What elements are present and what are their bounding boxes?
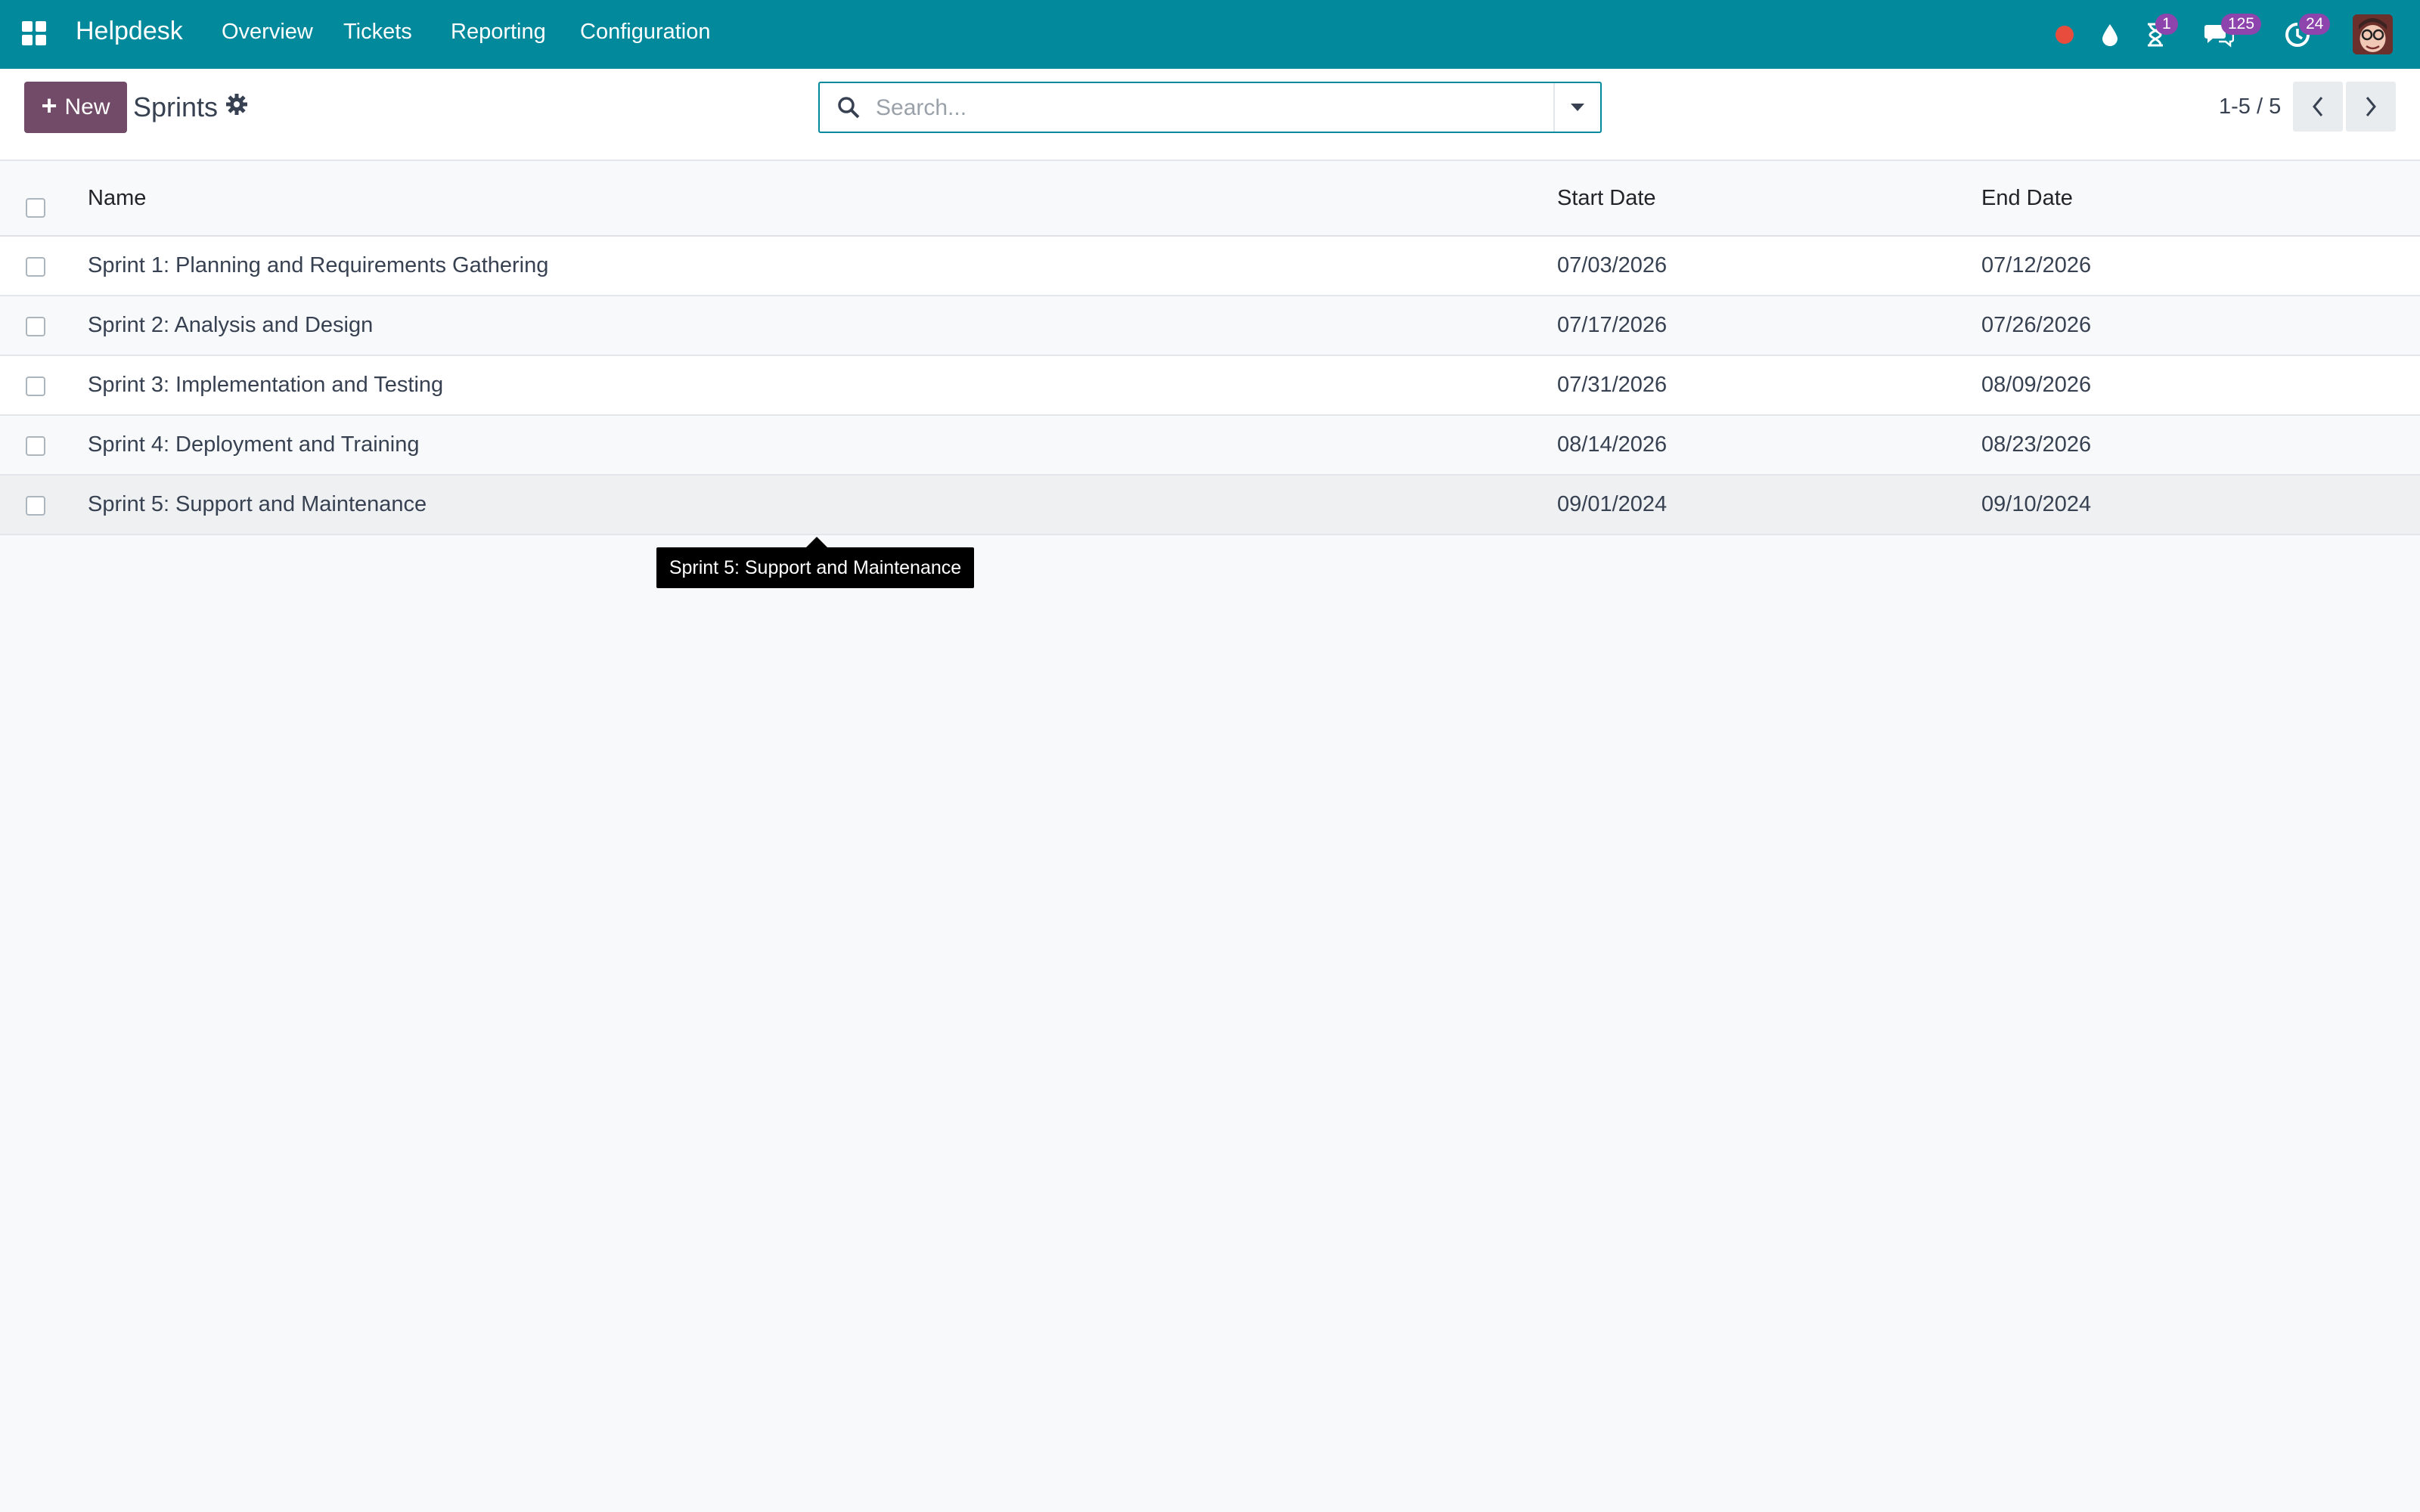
row-start-date: 07/31/2026	[1557, 373, 1668, 397]
row-checkbox[interactable]	[26, 257, 45, 277]
row-start-date: 09/01/2024	[1557, 492, 1668, 516]
select-all-checkbox[interactable]	[26, 198, 45, 218]
search-options-toggle[interactable]	[1553, 83, 1600, 132]
row-name: Sprint 2: Analysis and Design	[88, 313, 374, 337]
column-header-end-date[interactable]: End Date	[1981, 186, 2073, 211]
row-checkbox[interactable]	[26, 436, 45, 456]
row-checkbox[interactable]	[26, 317, 45, 336]
row-end-date: 08/23/2026	[1981, 432, 2092, 457]
row-name-tooltip: Sprint 5: Support and Maintenance	[656, 537, 974, 588]
activity-badge: 1	[2155, 14, 2178, 35]
pager-previous-button[interactable]	[2293, 82, 2343, 132]
plus-icon: +	[41, 90, 57, 121]
new-button[interactable]: + New	[24, 82, 127, 133]
control-panel: + New Sprints 1-5 / 5	[0, 69, 2420, 161]
user-avatar[interactable]	[2353, 14, 2393, 54]
menu-reporting[interactable]: Reporting	[451, 20, 546, 45]
column-header-name[interactable]: Name	[88, 186, 146, 211]
table-row[interactable]: Sprint 5: Support and Maintenance 09/01/…	[0, 476, 2420, 535]
breadcrumb: Sprints	[133, 91, 219, 122]
gear-icon[interactable]	[225, 93, 251, 119]
search-icon	[836, 95, 862, 121]
drop-icon[interactable]	[2099, 0, 2121, 69]
menu-tickets[interactable]: Tickets	[343, 20, 412, 45]
pager-value[interactable]: 1-5 / 5	[2219, 94, 2281, 119]
table-row[interactable]: Sprint 1: Planning and Requirements Gath…	[0, 237, 2420, 296]
new-button-label: New	[64, 94, 110, 119]
row-end-date: 07/26/2026	[1981, 313, 2092, 337]
column-header-start-date[interactable]: Start Date	[1557, 186, 1656, 211]
menu-overview[interactable]: Overview	[222, 20, 313, 45]
chevron-left-icon	[2313, 97, 2323, 116]
messages-badge: 125	[2221, 14, 2262, 35]
row-start-date: 07/03/2026	[1557, 253, 1668, 277]
row-end-date: 08/09/2026	[1981, 373, 2092, 397]
row-name: Sprint 3: Implementation and Testing	[88, 373, 444, 397]
apps-grid-icon[interactable]	[22, 21, 48, 47]
table-row[interactable]: Sprint 4: Deployment and Training 08/14/…	[0, 416, 2420, 476]
table-header: Name Start Date End Date	[0, 161, 2420, 237]
row-end-date: 09/10/2024	[1981, 492, 2092, 516]
table-row[interactable]: Sprint 2: Analysis and Design 07/17/2026…	[0, 296, 2420, 356]
chevron-right-icon	[2366, 97, 2376, 116]
row-name: Sprint 5: Support and Maintenance	[88, 492, 427, 516]
pager-next-button[interactable]	[2346, 82, 2396, 132]
sprints-table: Name Start Date End Date Sprint 1: Plann…	[0, 161, 2420, 535]
row-checkbox[interactable]	[26, 376, 45, 396]
record-dot-icon[interactable]	[2053, 0, 2076, 69]
row-name: Sprint 1: Planning and Requirements Gath…	[88, 253, 549, 277]
row-name: Sprint 4: Deployment and Training	[88, 432, 420, 457]
top-navbar: Helpdesk Overview Tickets Reporting Conf…	[0, 0, 2420, 69]
caret-down-icon	[1571, 104, 1584, 111]
row-end-date: 07/12/2026	[1981, 253, 2092, 277]
row-start-date: 08/14/2026	[1557, 432, 1668, 457]
app-brand[interactable]: Helpdesk	[76, 17, 183, 46]
menu-configuration[interactable]: Configuration	[580, 20, 711, 45]
clock-badge: 24	[2299, 14, 2331, 35]
row-checkbox[interactable]	[26, 496, 45, 516]
row-start-date: 07/17/2026	[1557, 313, 1668, 337]
table-row[interactable]: Sprint 3: Implementation and Testing 07/…	[0, 356, 2420, 416]
search-box	[818, 82, 1602, 133]
search-input[interactable]	[874, 92, 1528, 124]
